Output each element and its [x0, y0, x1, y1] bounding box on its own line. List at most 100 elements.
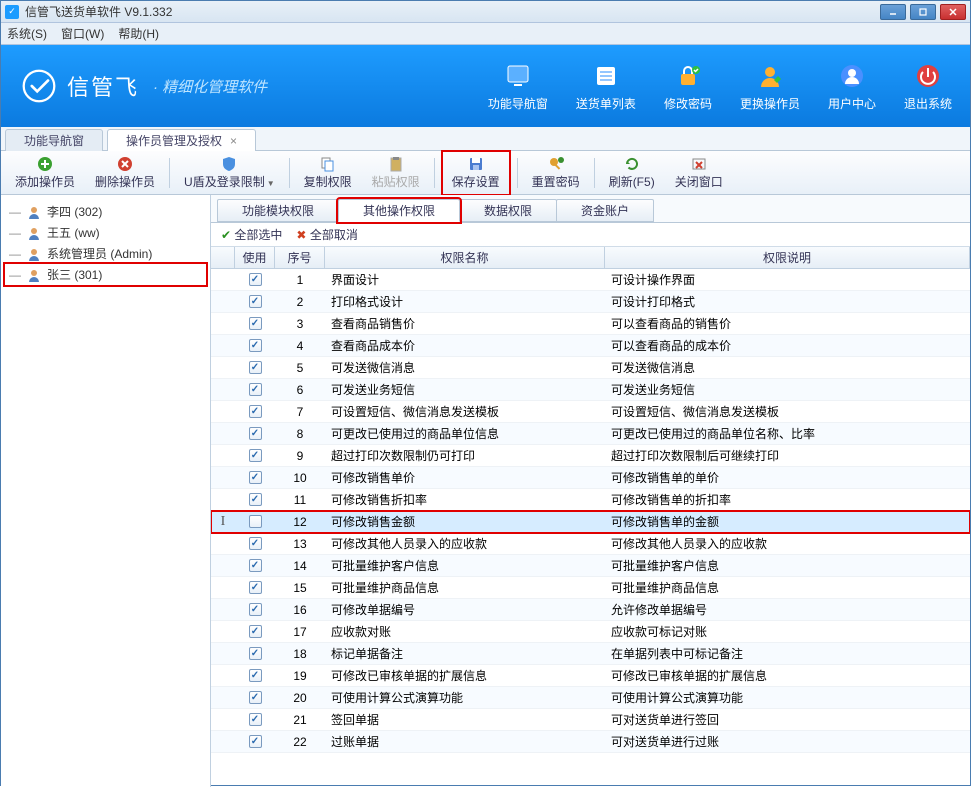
nav-用户中心[interactable]: 用户中心 [828, 61, 876, 112]
nav-修改密码[interactable]: 修改密码 [664, 61, 712, 112]
col-num[interactable]: 序号 [275, 247, 325, 268]
table-row[interactable]: I12可修改销售金额可修改销售单的金额 [211, 511, 970, 533]
tool-copy[interactable]: 复制权限 [296, 153, 360, 193]
select-none[interactable]: ✖ 全部取消 [296, 226, 357, 243]
checkbox[interactable] [249, 669, 262, 682]
row-checkbox-cell[interactable] [235, 647, 275, 660]
row-checkbox-cell[interactable] [235, 669, 275, 682]
row-checkbox-cell[interactable] [235, 449, 275, 462]
nav-退出系统[interactable]: 退出系统 [904, 61, 952, 112]
row-checkbox-cell[interactable] [235, 339, 275, 352]
checkbox[interactable] [249, 383, 262, 396]
menu-help[interactable]: 帮助(H) [118, 25, 159, 42]
checkbox[interactable] [249, 603, 262, 616]
checkbox[interactable] [249, 449, 262, 462]
checkbox[interactable] [249, 559, 262, 572]
checkbox[interactable] [249, 735, 262, 748]
row-checkbox-cell[interactable] [235, 493, 275, 506]
checkbox[interactable] [249, 339, 262, 352]
table-row[interactable]: 5可发送微信消息可发送微信消息 [211, 357, 970, 379]
table-row[interactable]: 11可修改销售折扣率可修改销售单的折扣率 [211, 489, 970, 511]
checkbox[interactable] [249, 537, 262, 550]
table-row[interactable]: 16可修改单据编号允许修改单据编号 [211, 599, 970, 621]
checkbox[interactable] [249, 471, 262, 484]
checkbox[interactable] [249, 317, 262, 330]
user-tree-item[interactable]: —系统管理员 (Admin) [5, 243, 206, 264]
table-row[interactable]: 8可更改已使用过的商品单位信息可更改已使用过的商品单位名称、比率 [211, 423, 970, 445]
sub-tab[interactable]: 数据权限 [459, 199, 557, 222]
row-checkbox-cell[interactable] [235, 603, 275, 616]
doc-tab[interactable]: 操作员管理及授权× [107, 129, 256, 151]
table-row[interactable]: 17应收款对账应收款可标记对账 [211, 621, 970, 643]
table-row[interactable]: 7可设置短信、微信消息发送模板可设置短信、微信消息发送模板 [211, 401, 970, 423]
checkbox[interactable] [249, 493, 262, 506]
row-checkbox-cell[interactable] [235, 581, 275, 594]
checkbox[interactable] [249, 295, 262, 308]
row-checkbox-cell[interactable] [235, 559, 275, 572]
user-tree-item[interactable]: —王五 (ww) [5, 222, 206, 243]
tool-add[interactable]: 添加操作员 [7, 153, 83, 193]
table-row[interactable]: 2打印格式设计可设计打印格式 [211, 291, 970, 313]
table-row[interactable]: 20可使用计算公式演算功能可使用计算公式演算功能 [211, 687, 970, 709]
col-use[interactable]: 使用 [235, 247, 275, 268]
row-checkbox-cell[interactable] [235, 713, 275, 726]
tool-ushield[interactable]: U盾及登录限制▼ [176, 153, 283, 193]
select-all[interactable]: ✔ 全部选中 [221, 226, 282, 243]
maximize-button[interactable] [910, 4, 936, 20]
sub-tab[interactable]: 其他操作权限 [338, 199, 460, 222]
table-row[interactable]: 18标记单据备注在单据列表中可标记备注 [211, 643, 970, 665]
table-row[interactable]: 14可批量维护客户信息可批量维护客户信息 [211, 555, 970, 577]
checkbox[interactable] [249, 581, 262, 594]
tool-save[interactable]: 保存设置 [444, 153, 508, 193]
doc-tab[interactable]: 功能导航窗 [5, 129, 103, 151]
table-row[interactable]: 22过账单据可对送货单进行过账 [211, 731, 970, 753]
menu-window[interactable]: 窗口(W) [61, 25, 104, 42]
table-row[interactable]: 9超过打印次数限制仍可打印超过打印次数限制后可继续打印 [211, 445, 970, 467]
checkbox[interactable] [249, 515, 262, 528]
checkbox[interactable] [249, 713, 262, 726]
row-checkbox-cell[interactable] [235, 405, 275, 418]
row-checkbox-cell[interactable] [235, 691, 275, 704]
table-row[interactable]: 6可发送业务短信可发送业务短信 [211, 379, 970, 401]
table-row[interactable]: 1界面设计可设计操作界面 [211, 269, 970, 291]
nav-送货单列表[interactable]: 送货单列表 [576, 61, 636, 112]
table-row[interactable]: 21签回单据可对送货单进行签回 [211, 709, 970, 731]
checkbox[interactable] [249, 691, 262, 704]
table-row[interactable]: 13可修改其他人员录入的应收款可修改其他人员录入的应收款 [211, 533, 970, 555]
user-tree-item[interactable]: —张三 (301) [5, 264, 206, 285]
close-icon[interactable]: × [230, 134, 237, 148]
minimize-button[interactable] [880, 4, 906, 20]
col-desc[interactable]: 权限说明 [605, 247, 970, 268]
table-row[interactable]: 15可批量维护商品信息可批量维护商品信息 [211, 577, 970, 599]
checkbox[interactable] [249, 427, 262, 440]
row-checkbox-cell[interactable] [235, 625, 275, 638]
table-row[interactable]: 19可修改已审核单据的扩展信息可修改已审核单据的扩展信息 [211, 665, 970, 687]
close-button[interactable] [940, 4, 966, 20]
table-row[interactable]: 3查看商品销售价可以查看商品的销售价 [211, 313, 970, 335]
row-checkbox-cell[interactable] [235, 273, 275, 286]
tool-close[interactable]: 关闭窗口 [667, 153, 731, 193]
row-checkbox-cell[interactable] [235, 361, 275, 374]
checkbox[interactable] [249, 273, 262, 286]
table-row[interactable]: 4查看商品成本价可以查看商品的成本价 [211, 335, 970, 357]
col-name[interactable]: 权限名称 [325, 247, 605, 268]
checkbox[interactable] [249, 405, 262, 418]
tool-refresh[interactable]: 刷新(F5) [601, 153, 663, 193]
row-checkbox-cell[interactable] [235, 295, 275, 308]
row-checkbox-cell[interactable] [235, 383, 275, 396]
user-tree-item[interactable]: —李四 (302) [5, 201, 206, 222]
nav-功能导航窗[interactable]: 功能导航窗 [488, 61, 548, 112]
checkbox[interactable] [249, 647, 262, 660]
menu-system[interactable]: 系统(S) [7, 25, 47, 42]
row-checkbox-cell[interactable] [235, 471, 275, 484]
tool-del[interactable]: 删除操作员 [87, 153, 163, 193]
checkbox[interactable] [249, 361, 262, 374]
row-checkbox-cell[interactable] [235, 735, 275, 748]
checkbox[interactable] [249, 625, 262, 638]
row-checkbox-cell[interactable] [235, 537, 275, 550]
sub-tab[interactable]: 功能模块权限 [217, 199, 339, 222]
nav-更换操作员[interactable]: 更换操作员 [740, 61, 800, 112]
tool-resetpw[interactable]: 重置密码 [524, 153, 588, 193]
table-row[interactable]: 10可修改销售单价可修改销售单的单价 [211, 467, 970, 489]
row-checkbox-cell[interactable] [235, 317, 275, 330]
